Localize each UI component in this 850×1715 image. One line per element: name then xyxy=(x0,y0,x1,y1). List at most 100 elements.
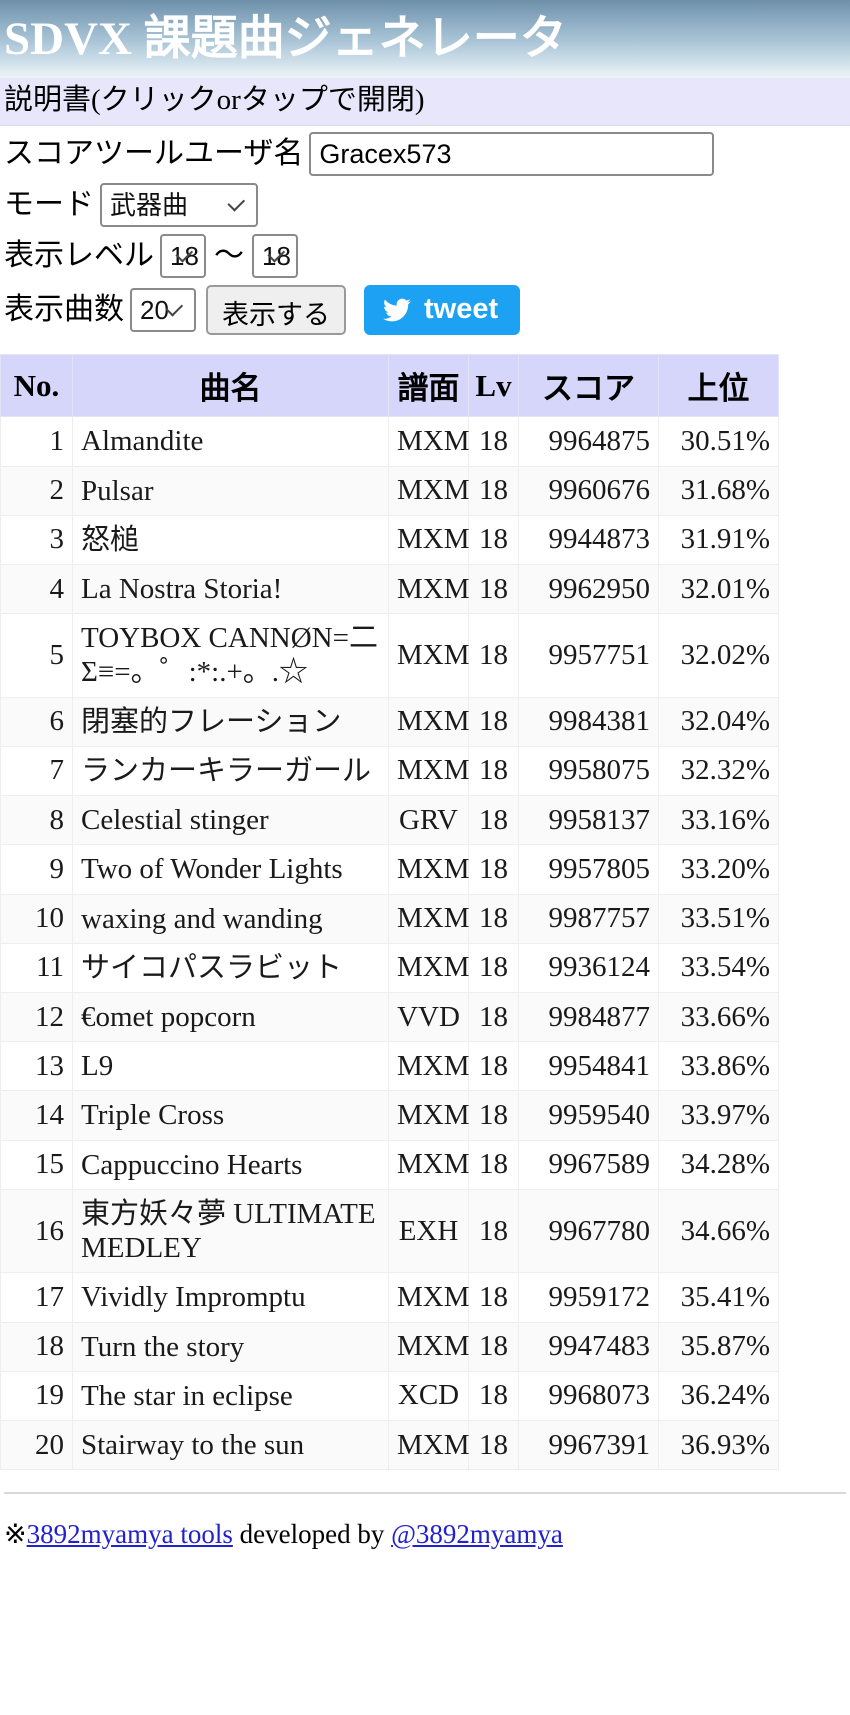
author-link[interactable]: @3892myamya xyxy=(391,1519,563,1549)
cell-number: 18 xyxy=(0,1321,73,1372)
cell-title: L9 xyxy=(72,1041,389,1092)
cell-number: 6 xyxy=(0,696,73,747)
controls-form: スコアツールユーザ名 モード 武器曲 表示レベル 18 〜 18 表示曲数 xyxy=(0,126,850,346)
cell-difficulty: EXH xyxy=(388,1188,469,1274)
cell-percentile: 33.66% xyxy=(658,991,779,1043)
cell-percentile: 33.54% xyxy=(658,942,779,993)
cell-difficulty: VVD xyxy=(388,991,469,1043)
tool-link[interactable]: 3892myamya tools xyxy=(27,1519,233,1549)
cell-difficulty: MXM xyxy=(388,942,470,993)
cell-level: 18 xyxy=(468,1041,519,1092)
cell-score: 9984381 xyxy=(518,696,659,747)
cell-title: Almandite xyxy=(72,416,389,467)
table-row: 20 Stairway to the sun MXM 18 9967391 36.93% xyxy=(0,1419,779,1471)
table-row: 12 €omet popcorn VVD 18 9984877 33.66% xyxy=(0,991,779,1043)
cell-level: 18 xyxy=(468,465,519,516)
level-from-wrap: 18 xyxy=(160,234,206,279)
cell-score: 9954841 xyxy=(518,1041,659,1092)
footer-credit: ※3892myamya tools developed by @3892myam… xyxy=(0,1494,850,1550)
cell-difficulty: MXM xyxy=(388,844,470,895)
cell-title: €omet popcorn xyxy=(72,991,389,1043)
cell-score: 9957805 xyxy=(518,844,659,895)
level-to-select[interactable]: 18 xyxy=(252,234,298,279)
cell-title: Two of Wonder Lights xyxy=(72,844,389,895)
cell-level: 18 xyxy=(468,613,519,698)
cell-percentile: 34.66% xyxy=(658,1188,779,1274)
cell-number: 9 xyxy=(0,844,73,895)
level-range-separator: 〜 xyxy=(214,239,244,273)
table-row: 18 Turn the story MXM 18 9947483 35.87% xyxy=(0,1321,779,1372)
username-row: スコアツールユーザ名 xyxy=(4,132,846,177)
cell-title: La Nostra Storia! xyxy=(72,563,389,615)
cell-difficulty: XCD xyxy=(388,1370,469,1421)
cell-title: 閉塞的フレーション xyxy=(72,696,389,747)
column-header-level: Lv xyxy=(468,354,519,418)
cell-difficulty: MXM xyxy=(388,696,470,747)
cell-level: 18 xyxy=(468,416,519,467)
instructions-toggle[interactable]: 説明書(クリックorタップで開閉) xyxy=(0,78,850,127)
cell-difficulty: GRV xyxy=(388,795,469,846)
mode-select-wrap: 武器曲 xyxy=(100,183,258,228)
cell-number: 17 xyxy=(0,1272,73,1323)
level-label: 表示レベル xyxy=(4,239,154,273)
cell-score: 9959172 xyxy=(518,1272,659,1323)
cell-level: 18 xyxy=(468,563,519,615)
cell-level: 18 xyxy=(468,745,519,797)
count-select[interactable]: 20 xyxy=(130,288,196,333)
cell-level: 18 xyxy=(468,696,519,747)
cell-level: 18 xyxy=(468,1188,519,1274)
username-label: スコアツールユーザ名 xyxy=(4,137,304,171)
tweet-button[interactable]: tweet xyxy=(364,285,521,336)
cell-title: Celestial stinger xyxy=(72,795,389,846)
table-row: 9 Two of Wonder Lights MXM 18 9957805 33.20% xyxy=(0,844,779,895)
cell-number: 8 xyxy=(0,795,73,846)
cell-number: 1 xyxy=(0,416,73,467)
table-row: 16 東方妖々夢 ULTIMATE MEDLEY EXH 18 9967780 34.66… xyxy=(0,1188,779,1274)
cell-score: 9947483 xyxy=(518,1321,659,1372)
cell-percentile: 32.32% xyxy=(658,745,779,797)
mode-select[interactable]: 武器曲 xyxy=(100,183,258,228)
cell-percentile: 33.16% xyxy=(658,795,779,846)
cell-level: 18 xyxy=(468,991,519,1043)
cell-percentile: 32.02% xyxy=(658,613,779,698)
page-banner: SDVX 課題曲ジェネレータ xyxy=(0,0,850,78)
cell-difficulty: MXM xyxy=(388,613,470,698)
cell-score: 9936124 xyxy=(518,942,659,993)
table-row: 11 サイコパスラビット MXM 18 9936124 33.54% xyxy=(0,942,779,993)
cell-score: 9964875 xyxy=(518,416,659,467)
table-row: 5 TOYBOX CANNØN=二Σ≡=。゜:*:.+。.☆ MXM 18 995775… xyxy=(0,613,779,698)
songs-table-head: No. 曲名 譜面 Lv スコア 上位 xyxy=(0,354,779,418)
cell-title: Triple Cross xyxy=(72,1090,389,1141)
table-row: 8 Celestial stinger GRV 18 9958137 33.16% xyxy=(0,795,779,846)
cell-number: 3 xyxy=(0,514,73,566)
count-row: 表示曲数 20 表示する tweet xyxy=(4,285,846,336)
cell-level: 18 xyxy=(468,1272,519,1323)
column-header-title: 曲名 xyxy=(72,354,389,418)
column-header-score: スコア xyxy=(518,354,659,418)
level-from-select[interactable]: 18 xyxy=(160,234,206,279)
cell-percentile: 31.68% xyxy=(658,465,779,516)
cell-percentile: 32.01% xyxy=(658,563,779,615)
cell-percentile: 33.20% xyxy=(658,844,779,895)
cell-number: 13 xyxy=(0,1041,73,1092)
cell-percentile: 33.51% xyxy=(658,893,779,944)
cell-difficulty: MXM xyxy=(388,745,470,797)
table-row: 4 La Nostra Storia! MXM 18 9962950 32.01% xyxy=(0,563,779,615)
cell-difficulty: MXM xyxy=(388,416,470,467)
cell-percentile: 35.41% xyxy=(658,1272,779,1323)
cell-number: 7 xyxy=(0,745,73,797)
cell-difficulty: MXM xyxy=(388,1041,470,1092)
cell-title: waxing and wanding xyxy=(72,893,389,944)
cell-percentile: 35.87% xyxy=(658,1321,779,1372)
level-to-wrap: 18 xyxy=(252,234,298,279)
cell-title: TOYBOX CANNØN=二Σ≡=。゜:*:.+。.☆ xyxy=(72,613,389,698)
show-button[interactable]: 表示する xyxy=(206,285,346,336)
username-input[interactable] xyxy=(309,132,715,177)
level-row: 表示レベル 18 〜 18 xyxy=(4,234,846,279)
songs-table-body: 1 Almandite MXM 18 9964875 30.51% 2 Pulsar MXM 18… xyxy=(0,416,779,1471)
count-select-wrap: 20 xyxy=(130,288,196,333)
table-row: 10 waxing and wanding MXM 18 9987757 33.51% xyxy=(0,893,779,944)
cell-title: The star in eclipse xyxy=(72,1370,389,1421)
cell-score: 9944873 xyxy=(518,514,659,566)
cell-level: 18 xyxy=(468,893,519,944)
